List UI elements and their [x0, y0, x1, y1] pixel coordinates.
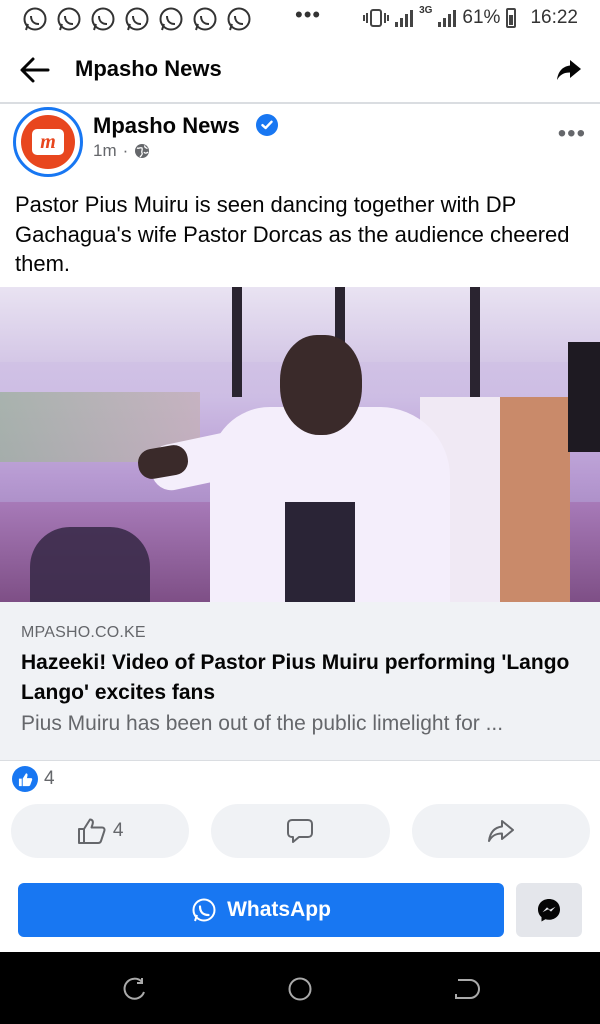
- signal-icon: [395, 9, 414, 27]
- whatsapp-icon: [159, 7, 183, 31]
- link-title: Hazeeki! Video of Pastor Pius Muiru perf…: [21, 651, 570, 704]
- share-arrow-icon[interactable]: [556, 57, 582, 83]
- whatsapp-icon: [91, 7, 115, 31]
- like-count: 4: [112, 820, 124, 841]
- status-indicators: 3G 61% 16:22: [363, 4, 578, 29]
- globe-icon: [135, 144, 150, 158]
- page-name[interactable]: Mpasho News: [93, 113, 240, 139]
- like-reaction-icon: [12, 766, 38, 792]
- whatsapp-icon: [125, 7, 149, 31]
- whatsapp-button-label: WhatsApp: [227, 898, 331, 921]
- reaction-count: 4: [44, 768, 55, 789]
- comment-icon: [287, 819, 314, 843]
- link-domain: MPASHO.CO.KE: [21, 624, 146, 641]
- whatsapp-icon: [193, 7, 217, 31]
- photo-speaker: [568, 342, 600, 452]
- photo-pillar: [470, 287, 480, 397]
- network-type: 3G: [419, 4, 433, 16]
- thumbs-up-icon: [77, 818, 106, 844]
- recent-apps-icon[interactable]: [120, 974, 150, 1004]
- notification-icons: [22, 6, 252, 32]
- comment-button[interactable]: [211, 804, 390, 858]
- share-button[interactable]: [411, 804, 590, 858]
- whatsapp-button[interactable]: WhatsApp: [18, 883, 504, 937]
- whatsapp-icon: [23, 7, 47, 31]
- action-bar: 4: [11, 804, 590, 858]
- post-meta: 1m ·: [93, 141, 150, 161]
- app-bar-title: Mpasho News: [75, 56, 222, 81]
- page-avatar[interactable]: m: [13, 107, 83, 177]
- whatsapp-icon: [192, 898, 216, 922]
- photo-person-shirt: [285, 502, 355, 602]
- back-icon[interactable]: [450, 974, 480, 1004]
- link-preview-image[interactable]: [0, 287, 600, 602]
- battery-icon: [506, 8, 517, 28]
- photo-pillar: [232, 287, 242, 397]
- post-text: Pastor Pius Muiru is seen dancing togeth…: [15, 192, 570, 276]
- back-arrow-icon[interactable]: [18, 54, 52, 86]
- app-bar: Mpasho News: [0, 38, 600, 104]
- messenger-icon: [538, 899, 560, 922]
- home-icon[interactable]: [285, 974, 315, 1004]
- link-preview[interactable]: MPASHO.CO.KE Hazeeki! Video of Pastor Pi…: [0, 602, 600, 761]
- more-options-icon[interactable]: •••: [558, 120, 586, 148]
- like-button[interactable]: 4: [11, 804, 190, 858]
- clock: 16:22: [530, 7, 578, 28]
- post-time[interactable]: 1m: [93, 141, 117, 161]
- photo-audience: [30, 527, 150, 602]
- photo-person-head: [280, 335, 362, 435]
- meta-separator: ·: [122, 141, 129, 160]
- share-icon: [487, 820, 514, 842]
- link-description: Pius Muiru has been out of the public li…: [21, 712, 504, 735]
- system-nav-bar: [0, 952, 600, 1024]
- messenger-button[interactable]: [516, 883, 582, 937]
- signal-icon: [438, 9, 457, 27]
- whatsapp-icon: [57, 7, 81, 31]
- reactions-summary[interactable]: 4: [12, 766, 55, 792]
- overflow-notifications: •••: [295, 2, 322, 27]
- photo-panel: [500, 397, 570, 602]
- verified-badge-icon: [256, 114, 278, 136]
- brand-logo: m: [21, 115, 75, 169]
- battery-percent: 61%: [462, 7, 501, 28]
- brand-logo-letter: m: [32, 129, 64, 155]
- status-bar: ••• 3G 61% 16:22: [0, 0, 600, 38]
- whatsapp-icon: [227, 7, 251, 31]
- vibrate-icon: [363, 9, 390, 27]
